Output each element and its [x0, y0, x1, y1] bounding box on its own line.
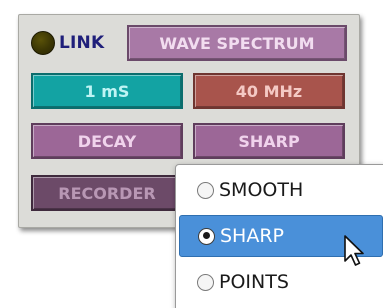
- arrow-pointer-icon: [344, 235, 364, 266]
- mode-button[interactable]: SHARP: [193, 123, 345, 159]
- menu-item-label: POINTS: [219, 271, 289, 293]
- menu-item-label: SHARP: [220, 225, 285, 247]
- menu-item-smooth[interactable]: SMOOTH: [179, 169, 383, 211]
- frequency-button[interactable]: 40 MHz: [193, 73, 345, 109]
- link-led-indicator: [31, 31, 55, 55]
- radio-unchecked-icon: [197, 273, 214, 291]
- menu-item-label: SMOOTH: [219, 179, 304, 201]
- radio-checked-icon: [198, 227, 215, 245]
- wave-spectrum-button[interactable]: WAVE SPECTRUM: [127, 25, 347, 61]
- decay-button[interactable]: DECAY: [31, 123, 183, 159]
- link-label: LINK: [59, 33, 105, 53]
- recorder-button[interactable]: RECORDER: [31, 175, 183, 211]
- stage: LINK WAVE SPECTRUM 1 mS 40 MHz DECAY SHA…: [0, 0, 383, 308]
- time-button[interactable]: 1 mS: [31, 73, 183, 109]
- radio-unchecked-icon: [197, 181, 214, 199]
